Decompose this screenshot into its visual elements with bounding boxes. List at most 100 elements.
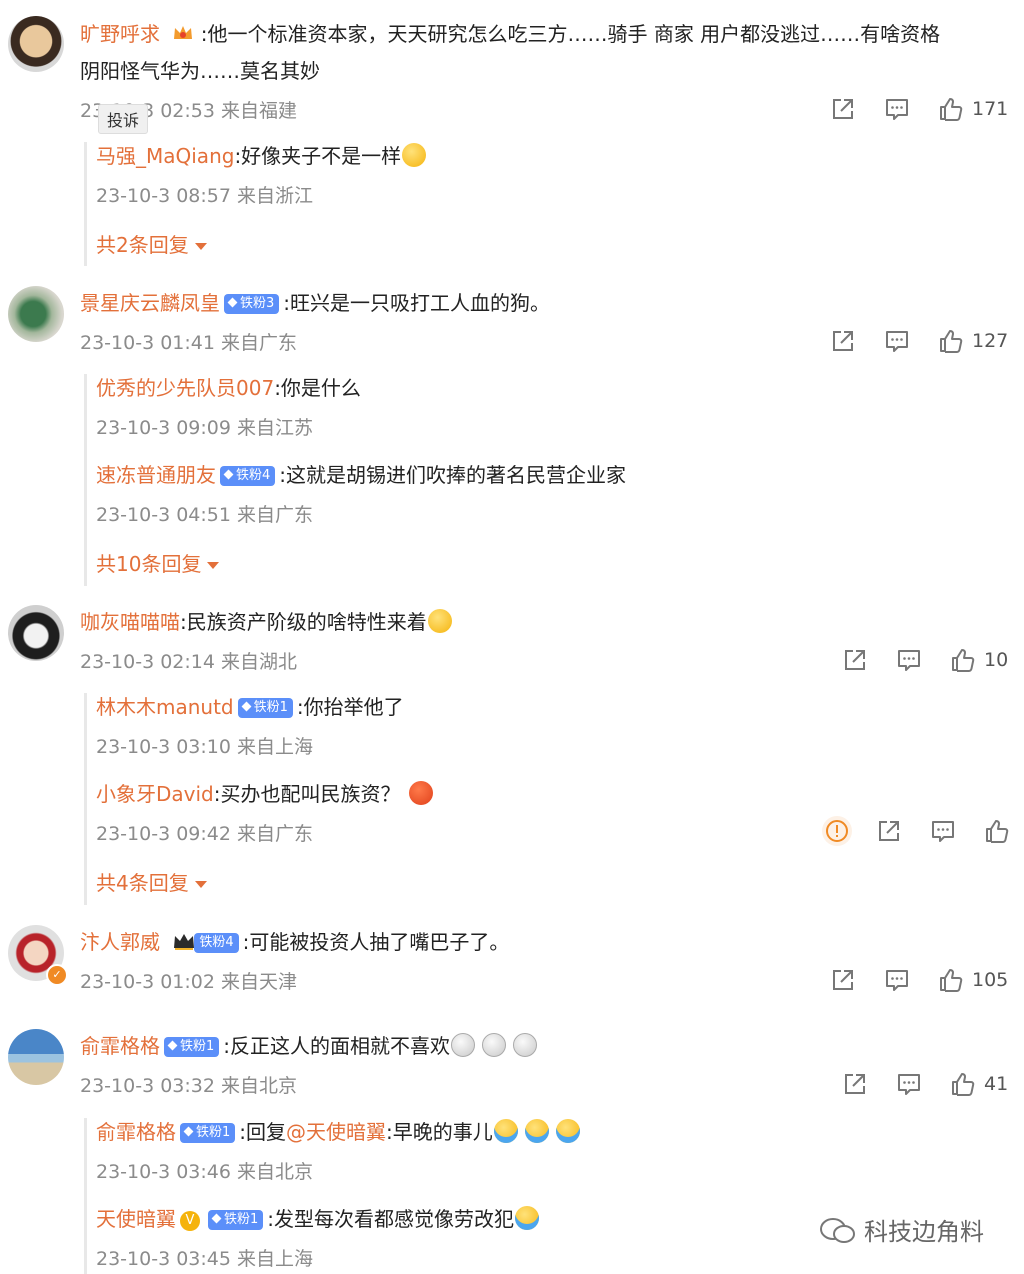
comment-icon[interactable] (896, 1071, 922, 1097)
wechat-icon (820, 1218, 855, 1243)
more-replies-link[interactable]: 共2条回复 (96, 229, 207, 258)
reply-meta: 23-10-3 08:57 来自浙江 (96, 185, 313, 207)
reply-text: 小象牙David:买办也配叫民族资？ (96, 780, 434, 808)
username[interactable]: 咖灰喵喵喵 (80, 610, 180, 634)
comment-meta: 23-10-3 01:41 来自广东 (80, 332, 297, 354)
share-icon[interactable] (830, 328, 856, 354)
like-count: 10 (984, 649, 1009, 671)
fan-badge: 铁粉3 (224, 294, 280, 314)
comment-meta: 23-10-3 03:32 来自北京 (80, 1075, 297, 1097)
thumbs-up-icon (950, 1071, 976, 1097)
comment-text: 旷野呼求 :他一个标准资本家，天天研究怎么吃三方……骑手 商家 用户都没逃过……… (80, 22, 941, 46)
crying-emoji-icon (555, 1119, 580, 1143)
like-count: 41 (984, 1073, 1009, 1095)
username[interactable]: 林木木manutd (96, 695, 234, 719)
like-button[interactable]: 105 (938, 967, 1008, 993)
like-button[interactable]: 10 (950, 647, 1008, 673)
watermark: 科技边角料 (818, 1212, 984, 1247)
crown-icon (172, 22, 194, 42)
comment-actions: 10 (842, 646, 1008, 674)
crying-emoji-icon (515, 1206, 540, 1230)
avatar[interactable] (8, 605, 64, 661)
fan-badge: 铁粉1 (164, 1037, 220, 1057)
comment-actions: 105 (830, 966, 1008, 994)
like-button[interactable]: 171 (938, 96, 1008, 122)
fan-badge: 铁粉1 (237, 698, 293, 718)
thumbs-up-icon (938, 967, 964, 993)
crying-emoji-icon (493, 1119, 518, 1143)
avatar[interactable] (8, 286, 64, 342)
share-icon[interactable] (842, 647, 868, 673)
like-count: 105 (972, 969, 1009, 991)
share-icon[interactable] (830, 96, 856, 122)
more-replies-link[interactable]: 共10条回复 (96, 548, 220, 577)
comment-icon[interactable] (884, 967, 910, 993)
verified-icon: V (180, 1211, 200, 1231)
comment-text-line2: 阴阳怪气华为……莫名其妙 (80, 59, 320, 83)
comment-meta: 23-10-3 02:14 来自湖北 (80, 651, 297, 673)
avatar[interactable] (8, 1029, 64, 1085)
comment-icon[interactable] (884, 96, 910, 122)
reply-text: 林木木manutd 铁粉1:你抬举他了 (96, 695, 404, 719)
comment-meta: 23-10-3 01:02 来自天津 (80, 971, 297, 993)
chevron-down-icon (207, 562, 220, 569)
reply-meta: 23-10-3 04:51 来自广东 (96, 504, 313, 526)
fan-badge: 铁粉4 (220, 466, 276, 486)
fan-badge: 铁粉1 (180, 1123, 236, 1143)
like-button[interactable]: 127 (938, 328, 1008, 354)
comment-text: 咖灰喵喵喵:民族资产阶级的啥特性来着 (80, 608, 453, 636)
comment-text: 景星庆云麟凤皇 铁粉3:旺兴是一只吸打工人血的狗。 (80, 291, 551, 315)
crying-emoji-icon (524, 1119, 549, 1143)
username[interactable]: 天使暗翼 (96, 1207, 176, 1231)
username[interactable]: 俞霏格格 (80, 1034, 160, 1058)
username[interactable]: 俞霏格格 (96, 1120, 176, 1144)
emoji-icon (402, 143, 427, 167)
thumbs-up-icon (950, 647, 976, 673)
report-tooltip: 投诉 (98, 104, 149, 134)
reply-text: 优秀的少先队员007:你是什么 (96, 376, 361, 400)
shocked-emoji-icon (513, 1033, 538, 1057)
fan-badge: 铁粉4 (194, 933, 239, 953)
mention-link[interactable]: @天使暗翼 (286, 1120, 386, 1144)
username[interactable]: 优秀的少先队员007 (96, 376, 274, 400)
reply-thread-bar (84, 1118, 87, 1274)
share-icon[interactable] (876, 818, 902, 844)
username[interactable]: 景星庆云麟凤皇 (80, 291, 220, 315)
report-icon[interactable] (822, 816, 852, 846)
reply-meta: 23-10-3 09:09 来自江苏 (96, 417, 313, 439)
like-count: 171 (972, 98, 1009, 120)
username[interactable]: 旷野呼求 (80, 22, 160, 46)
username[interactable]: 小象牙David (96, 782, 214, 806)
comment-icon[interactable] (896, 647, 922, 673)
comment-icon[interactable] (884, 328, 910, 354)
reply-text: 马强_MaQiang:好像夹子不是一样 (96, 142, 427, 170)
share-icon[interactable] (830, 967, 856, 993)
comment-actions: 171 (830, 95, 1008, 123)
like-button[interactable]: 41 (950, 1071, 1008, 1097)
more-replies-link[interactable]: 共4条回复 (96, 867, 207, 896)
reply-meta: 23-10-3 03:10 来自上海 (96, 736, 313, 758)
chevron-down-icon (194, 881, 207, 888)
username[interactable]: 速冻普通朋友 (96, 463, 216, 487)
thumbs-up-icon[interactable] (984, 818, 1010, 844)
avatar[interactable] (8, 16, 64, 72)
username[interactable]: 马强_MaQiang (96, 144, 234, 168)
chevron-down-icon (194, 243, 207, 250)
reply-text: 天使暗翼 V 铁粉1:发型每次看都感觉像劳改犯 (96, 1205, 540, 1233)
comment-icon[interactable] (930, 818, 956, 844)
crown-icon (172, 930, 195, 950)
reply-text: 速冻普通朋友 铁粉4:这就是胡锡进们吹捧的著名民营企业家 (96, 463, 627, 487)
reply-actions (822, 816, 1010, 846)
reply-thread-bar (84, 693, 87, 905)
thinking-emoji-icon (427, 609, 452, 633)
comment-text: 俞霏格格 铁粉1:反正这人的面相就不喜欢 (80, 1032, 538, 1060)
fan-badge: 铁粉1 (208, 1210, 264, 1230)
like-count: 127 (972, 330, 1009, 352)
username[interactable]: 汴人郭威 (80, 930, 160, 954)
comment-text: 汴人郭威 铁粉4:可能被投资人抽了嘴巴子了。 (80, 930, 510, 954)
verified-icon: ✓ (46, 964, 68, 986)
reply-meta: 23-10-3 03:46 来自北京 (96, 1161, 313, 1183)
thumbs-up-icon (938, 328, 964, 354)
share-icon[interactable] (842, 1071, 868, 1097)
reply-meta: 23-10-3 09:42 来自广东 (96, 823, 313, 845)
